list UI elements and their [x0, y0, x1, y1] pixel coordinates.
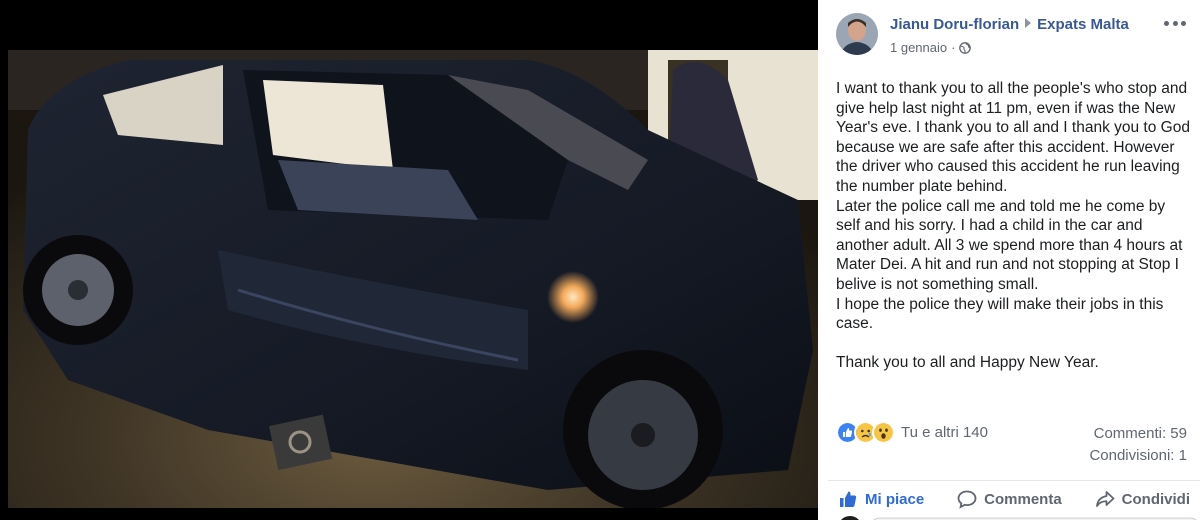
like-button[interactable]: Mi piace: [828, 483, 934, 515]
post-paragraph: I hope the police they will make their j…: [836, 295, 1164, 333]
post-photo[interactable]: [8, 50, 818, 508]
thumbs-up-icon: [840, 491, 857, 507]
post-text: I want to thank you to all the people's …: [836, 79, 1192, 373]
action-bar: Mi piace Commenta Condividi: [828, 480, 1200, 517]
reactions-text: Tu e altri 140: [901, 424, 988, 441]
author-name[interactable]: Jianu Doru-florian: [890, 16, 1019, 33]
post-header: Jianu Doru-florian Expats Malta: [890, 16, 1129, 33]
post-date[interactable]: 1 gennaio: [890, 40, 947, 55]
share-button[interactable]: Condividi: [1085, 483, 1200, 515]
like-label: Mi piace: [865, 490, 925, 508]
reactions-summary[interactable]: Tu e altri 140: [836, 421, 988, 444]
meta-separator: ·: [951, 40, 956, 55]
arrow-right-icon: [1025, 18, 1032, 28]
share-icon: [1095, 491, 1115, 507]
dot: [1181, 20, 1186, 26]
comment-label: Commenta: [984, 490, 1062, 508]
photo-viewer: [0, 0, 818, 520]
author-avatar[interactable]: [836, 13, 878, 55]
post-panel: Jianu Doru-florian Expats Malta 1 gennaio…: [818, 0, 1200, 520]
shares-count[interactable]: Condivisioni: 1: [1089, 445, 1187, 467]
group-name[interactable]: Expats Malta: [1037, 16, 1129, 33]
post-paragraph: Thank you to all and Happy New Year.: [836, 354, 1099, 372]
more-options-icon[interactable]: [1164, 16, 1186, 30]
post-meta: 1 gennaio ·: [890, 40, 972, 55]
comment-icon: [957, 490, 977, 509]
post-paragraph: I want to thank you to all the people's …: [836, 80, 1190, 195]
post-stats: Commenti: 59 Condivisioni: 1: [1089, 423, 1187, 467]
share-label: Condividi: [1121, 490, 1190, 508]
post-paragraph: Later the police call me and told me he …: [836, 197, 1183, 293]
dot: [1164, 20, 1169, 26]
globe-icon[interactable]: [959, 41, 972, 54]
reaction-icons: [836, 421, 895, 444]
dot: [1172, 20, 1178, 26]
avatar-image: [836, 13, 878, 55]
comment-button[interactable]: Commenta: [947, 483, 1072, 515]
comment-composer-edge: [841, 516, 1197, 520]
wow-icon: [872, 421, 895, 444]
comments-count[interactable]: Commenti: 59: [1089, 423, 1187, 445]
